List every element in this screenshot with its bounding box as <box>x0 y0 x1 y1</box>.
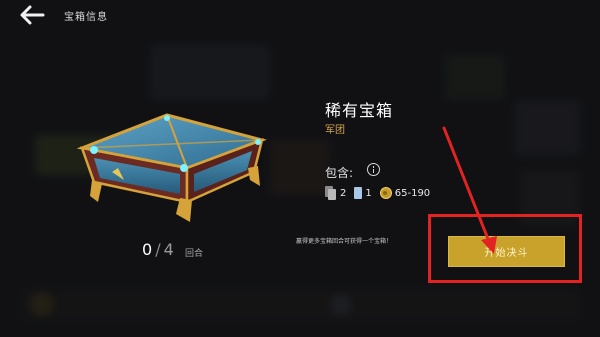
reward-item: 65-190 <box>379 187 431 199</box>
arrow-left-icon <box>20 5 45 25</box>
card-icon <box>354 187 363 199</box>
back-button[interactable] <box>18 3 46 27</box>
reward-item: 2 <box>325 186 346 200</box>
chest-name: 稀有宝箱 <box>325 101 394 120</box>
coin-icon <box>379 187 392 199</box>
progress-current: 0 <box>142 240 153 259</box>
chest-subtitle: 军团 <box>325 125 345 136</box>
info-icon[interactable] <box>367 163 380 176</box>
chest-image <box>72 110 272 230</box>
reward-value: 2 <box>340 187 347 199</box>
card-stack-icon <box>325 186 337 200</box>
round-progress: 0/4 <box>142 240 174 259</box>
reward-item: 1 <box>354 187 372 199</box>
reward-value: 65-190 <box>394 187 431 199</box>
page-title: 宝箱信息 <box>64 12 108 23</box>
treasure-chest-icon <box>76 113 267 222</box>
reward-list: 2 1 65-190 <box>325 185 438 201</box>
hint-text: 赢得更多宝箱回合可获得一个宝箱！ <box>296 238 393 245</box>
progress-total: 4 <box>163 240 174 259</box>
contents-label: 包含: <box>325 166 354 180</box>
progress-label: 回合 <box>185 249 204 259</box>
annotation-highlight-box <box>428 214 582 283</box>
progress-separator: / <box>155 240 161 259</box>
reward-value: 1 <box>365 187 372 199</box>
top-bar: 宝箱信息 <box>0 0 600 30</box>
